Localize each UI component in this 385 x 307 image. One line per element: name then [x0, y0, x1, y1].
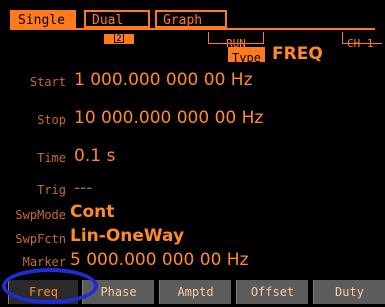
- softkey-phase-label: Phase: [100, 285, 137, 299]
- param-value-time[interactable]: 0.1 s: [74, 146, 115, 166]
- run-status: RUN: [208, 32, 264, 50]
- tab-graph-label: Graph: [163, 13, 203, 28]
- param-label-stop: Stop: [37, 113, 66, 127]
- softkey-duty-label: Duty: [335, 285, 364, 299]
- param-value-marker[interactable]: 5 000.000 000 00 Hz: [70, 250, 249, 270]
- softkey-duty[interactable]: Duty: [313, 280, 385, 304]
- param-value-swpmode[interactable]: Cont: [70, 202, 114, 222]
- type-value: FREQ: [272, 44, 323, 64]
- softkey-offset-label: Offset: [250, 285, 295, 299]
- softkey-offset[interactable]: Offset: [236, 280, 308, 304]
- highlight-circle: [2, 268, 98, 304]
- param-label-start: Start: [29, 75, 66, 89]
- param-value-start[interactable]: 1 000.000 000 00 Hz: [74, 70, 253, 90]
- tab-underline: [10, 28, 375, 30]
- param-label-swpfctn: SwpFctn: [15, 232, 66, 246]
- channel-badge: CH 1: [342, 32, 382, 50]
- param-value-stop[interactable]: 10 000.000 000 00 Hz: [74, 108, 263, 128]
- channel-indicator-number: 2: [114, 33, 124, 44]
- channel-indicator: 2: [104, 33, 134, 44]
- param-label-marker: Marker: [22, 255, 66, 269]
- tab-single-label: Single: [18, 13, 65, 28]
- softkey-amptd[interactable]: Amptd: [159, 280, 231, 304]
- param-label-time: Time: [37, 151, 66, 165]
- tab-dual[interactable]: Dual: [84, 10, 150, 28]
- type-badge-label: Type: [232, 51, 261, 65]
- type-badge: Type: [228, 47, 265, 65]
- param-label-swpmode: SwpMode: [15, 208, 66, 222]
- param-label-trig: Trig: [37, 183, 66, 197]
- param-value-swpfctn[interactable]: Lin-OneWay: [70, 226, 184, 246]
- softkey-amptd-label: Amptd: [177, 285, 214, 299]
- tab-dual-label: Dual: [92, 13, 124, 28]
- param-value-trig[interactable]: ---: [74, 178, 92, 198]
- channel-badge-label: CH 1: [347, 37, 374, 50]
- tab-graph[interactable]: Graph: [155, 10, 227, 28]
- tab-single[interactable]: Single: [10, 10, 76, 28]
